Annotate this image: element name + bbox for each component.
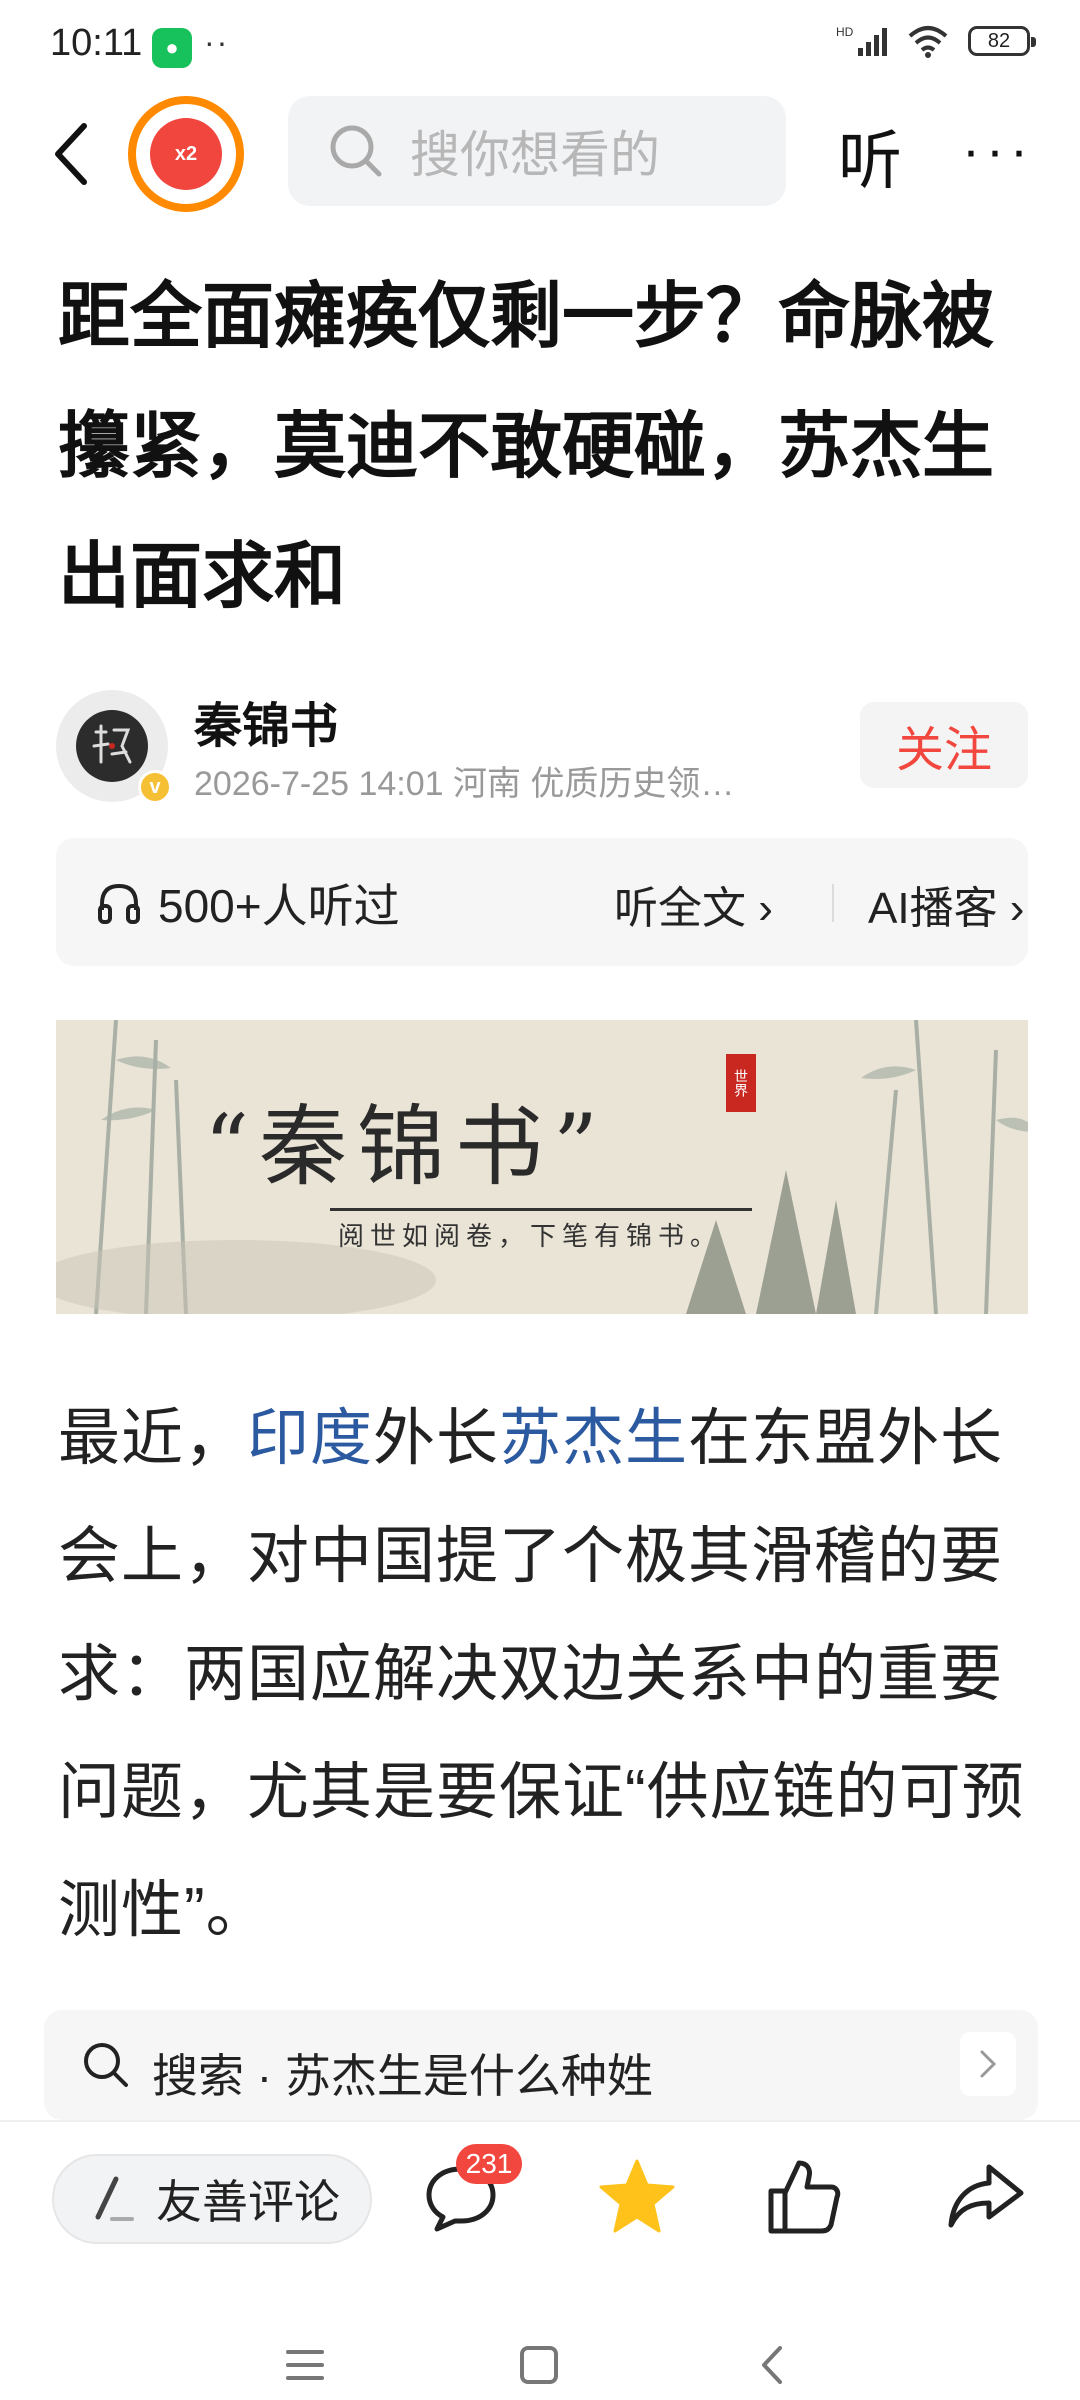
back-nav-icon[interactable] [748,2340,798,2390]
search-placeholder: 搜你想看的 [410,127,660,183]
more-notifications-icon: ·· [204,24,230,60]
reward-multiplier: x2 [150,118,222,190]
listen-full-text-label: 听全文 [614,884,746,933]
listen-count-label: 500+人听过 [158,880,400,932]
divider [832,884,834,922]
battery-icon: 82 [968,26,1036,56]
search-icon [330,125,382,177]
menu-icon[interactable] [280,2340,330,2390]
calligraphy-logo-icon [92,724,132,764]
top-bar: x2 搜你想看的 听 ··· [0,96,1080,212]
signal-icon: HD [836,25,887,56]
paragraph-text: 最近， [58,1404,248,1473]
entity-link-india[interactable]: 印度 [247,1404,373,1473]
chevron-right-icon: › [997,884,1025,933]
network-type: HD [836,25,854,39]
entity-link-jaishankar[interactable]: 苏杰生 [499,1404,688,1473]
favorite-button[interactable] [592,2152,682,2242]
verified-badge-icon: v [138,770,172,804]
comment-input-button[interactable]: 友善评论 [52,2154,372,2244]
more-options-button[interactable]: ··· [962,123,1034,177]
back-icon[interactable] [44,114,104,194]
article-paragraph: 最近，印度外长苏杰生在东盟外长会上，对中国提了个极其滑稽的要求：两国应解决双边关… [58,1380,1030,1970]
system-navigation-bar [0,2260,1080,2400]
paragraph-text: 在东盟外长会上，对中国提了个极其滑稽的要求：两国应解决双边关系中的重要问题，尤其… [58,1404,1025,1945]
follow-button[interactable]: 关注 [860,702,1028,788]
chevron-right-icon [960,2032,1016,2096]
article-title: 距全面瘫痪仅剩一步？命脉被攥紧，莫迪不敢硬碰，苏杰生出面求和 [58,277,995,617]
share-arrow-icon [948,2164,1024,2228]
ai-podcast-label: AI播客 [868,884,998,933]
search-input[interactable]: 搜你想看的 [288,96,786,206]
banner-seal: 世界 [726,1054,756,1112]
star-icon [599,2159,675,2233]
banner-divider [330,1208,752,1211]
like-button[interactable] [758,2152,848,2242]
battery-level: 82 [987,29,1011,52]
pen-icon [95,2176,134,2221]
wifi-icon [908,26,948,58]
bottom-action-bar: 友善评论 231 [0,2120,1080,2262]
status-time: 10:11 [50,22,143,64]
author-meta: 2026-7-25 14:01 河南 优质历史领… [194,765,735,803]
banner-title: “秦锦书” [204,1095,608,1198]
listen-count: 500+人听过 [96,870,400,936]
chevron-right-icon: › [746,884,773,933]
thumbs-up-icon [768,2160,841,2234]
status-indicators: HD 82 [836,24,1036,58]
status-bar: 10:11 ● ·· HD 82 [0,0,1080,96]
related-search-suggestion[interactable]: 搜索 · 苏杰生是什么种姓 [44,2010,1038,2120]
banner-subtitle: 阅世如阅卷，下笔有锦书。 [338,1222,723,1252]
home-icon[interactable] [514,2340,564,2390]
share-button[interactable] [940,2152,1030,2242]
ai-podcast-button[interactable]: AI播客 › [868,872,1024,936]
listen-card: 500+人听过 听全文 › AI播客 › [56,838,1028,966]
author-name[interactable]: 秦锦书 [194,686,338,756]
paragraph-text: 外长 [373,1404,500,1473]
comment-input-label: 友善评论 [156,2176,340,2228]
headphones-icon [98,883,140,924]
related-search-label: 搜索 · 苏杰生是什么种姓 [152,2050,653,2102]
article-banner-image: “秦锦书” 阅世如阅卷，下笔有锦书。 世界 [56,1020,1028,1314]
reward-badge[interactable]: x2 [128,96,244,212]
author-avatar-image [76,710,148,782]
search-icon [84,2043,128,2087]
wechat-notification-icon: ● [152,28,192,68]
listen-button[interactable]: 听 [838,110,902,202]
listen-full-text-button[interactable]: 听全文 › [614,872,773,936]
comment-count-badge: 231 [456,2144,522,2184]
